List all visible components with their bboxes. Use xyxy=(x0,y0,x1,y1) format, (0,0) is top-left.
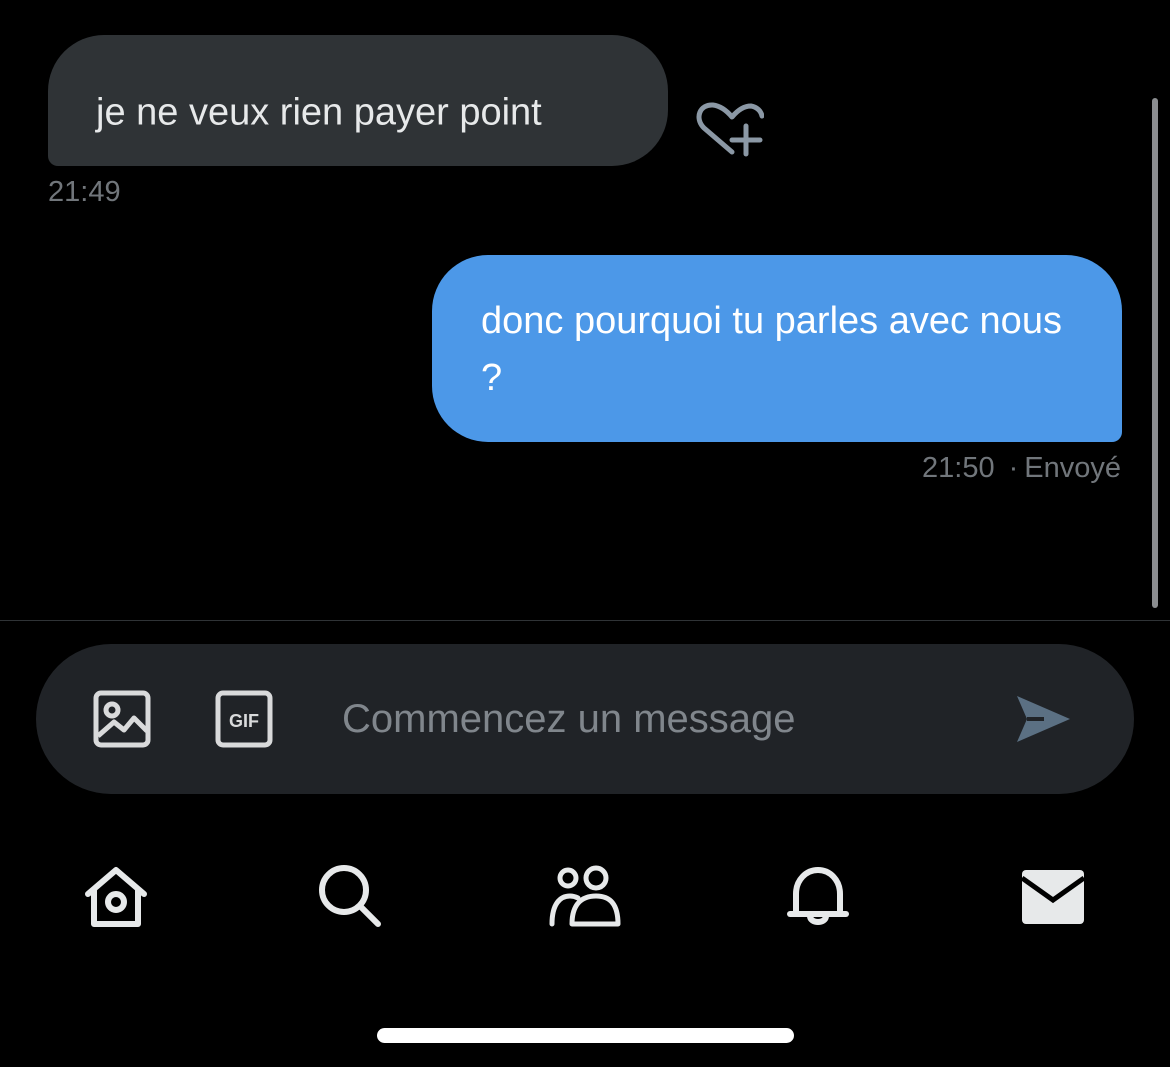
nav-messages[interactable] xyxy=(1016,858,1092,934)
sent-message-bubble[interactable]: donc pourquoi tu parles avec nous ? xyxy=(432,255,1122,442)
image-icon xyxy=(93,690,151,748)
sent-message-status: Envoyé xyxy=(1024,452,1121,484)
send-icon xyxy=(1017,696,1070,742)
search-icon xyxy=(319,865,381,927)
notifications-icon xyxy=(787,867,849,925)
divider xyxy=(0,620,1170,621)
messages-icon xyxy=(1020,870,1086,924)
message-composer: GIF xyxy=(36,644,1134,794)
nav-home[interactable] xyxy=(78,858,154,934)
message-input[interactable] xyxy=(342,684,972,754)
send-button[interactable] xyxy=(1012,688,1074,750)
received-message-text: je ne veux rien payer point xyxy=(96,91,542,134)
gif-icon: GIF xyxy=(215,690,273,748)
add-media-button[interactable] xyxy=(92,689,152,749)
home-indicator xyxy=(377,1028,794,1043)
sent-message-time: 21:50 xyxy=(922,452,995,484)
home-icon xyxy=(85,867,147,927)
communities-icon xyxy=(549,865,621,927)
nav-notifications[interactable] xyxy=(780,858,856,934)
bottom-navigation xyxy=(0,850,1170,940)
received-message-bubble[interactable]: je ne veux rien payer point xyxy=(48,35,668,166)
sent-message-text: donc pourquoi tu parles avec nous ? xyxy=(481,300,1062,399)
nav-communities[interactable] xyxy=(546,858,622,934)
meta-separator: · xyxy=(1008,452,1019,484)
received-message-time: 21:49 xyxy=(48,176,121,208)
sent-message-meta: 21:50 · Envoyé xyxy=(922,452,1121,485)
add-gif-button[interactable]: GIF xyxy=(214,689,274,749)
nav-search[interactable] xyxy=(312,858,388,934)
add-reaction-button[interactable] xyxy=(694,100,765,162)
scrollbar[interactable] xyxy=(1152,98,1158,608)
heart-plus-icon xyxy=(696,102,765,157)
gif-label: GIF xyxy=(229,711,259,731)
